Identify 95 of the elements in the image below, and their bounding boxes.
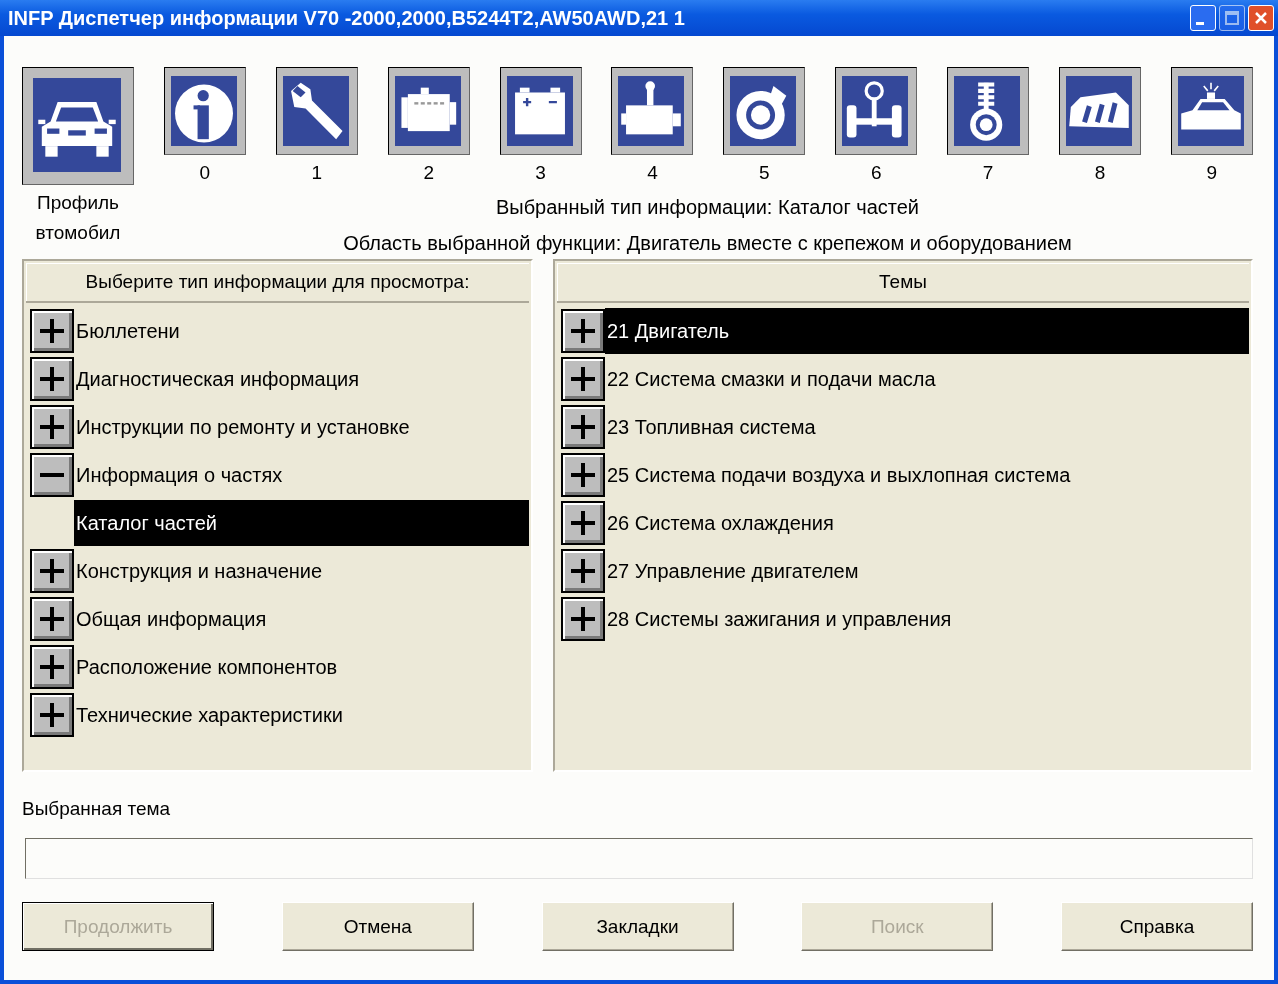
category-tile[interactable] [387, 67, 470, 155]
plus-icon [40, 607, 64, 631]
plus-icon [40, 703, 64, 727]
help-button[interactable]: Справка [1061, 902, 1253, 951]
selected-function-area: Область выбранной функции: Двигатель вместе с крепежом и оборудованием [162, 225, 1253, 261]
category-number: 1 [311, 161, 323, 185]
category-number: 0 [199, 161, 211, 185]
profile-label: втомобил [35, 221, 121, 245]
selected-info-type: Выбранный тип информации: Каталог частей [494, 195, 921, 220]
plus-icon [40, 367, 64, 391]
car-profile-tile[interactable] [22, 67, 134, 185]
plus-icon [40, 655, 64, 679]
category-tile[interactable] [275, 67, 358, 155]
category-tile[interactable] [1059, 67, 1141, 155]
expand-button[interactable] [30, 549, 74, 593]
selected-topic-field[interactable] [25, 838, 1253, 879]
tree-item[interactable]: Расположение компонентов [74, 644, 529, 690]
plus-icon [571, 463, 595, 487]
expand-button[interactable] [561, 597, 605, 641]
plus-icon [571, 367, 595, 391]
gearbox-icon [618, 76, 685, 146]
category-number: 6 [870, 161, 882, 185]
plus-icon [40, 415, 64, 439]
collapse-button[interactable] [30, 453, 74, 497]
category-number: 4 [647, 161, 658, 185]
tree-item[interactable]: 21 Двигатель [605, 308, 1249, 354]
expand-button[interactable] [30, 597, 74, 641]
tree-item[interactable]: Общая информация [74, 596, 529, 642]
cancel-button[interactable]: Отмена [281, 902, 474, 951]
expand-button[interactable] [561, 501, 605, 545]
plus-icon [571, 559, 595, 583]
info-icon [170, 76, 237, 146]
tree-item[interactable]: Инструкции по ремонту и установке [74, 404, 529, 450]
tree-item[interactable]: Технические характеристики [74, 692, 529, 738]
car-seats-icon [1066, 76, 1132, 146]
expand-button[interactable] [30, 645, 74, 689]
steering-axle-icon [842, 76, 909, 146]
wrench-icon [282, 76, 349, 146]
maximize-icon [1224, 10, 1240, 26]
window-title: INFP Диспетчер информации V70 -2000,2000,B5244T2,AW50AWD,21 1 [8, 6, 686, 30]
tree-item[interactable]: 23 Топливная система [605, 404, 1249, 450]
panel-header: Выберите тип информации для просмотра: [26, 263, 529, 303]
category-number: 3 [535, 161, 546, 185]
category-number: 9 [1206, 161, 1218, 185]
profile-label: Профиль [37, 191, 119, 215]
expand-button[interactable] [561, 453, 605, 497]
maximize-button[interactable] [1219, 5, 1245, 31]
category-tile[interactable] [835, 67, 918, 155]
car-icon [33, 78, 121, 172]
expand-button[interactable] [30, 405, 74, 449]
panel-header: Темы [557, 263, 1249, 303]
expand-button[interactable] [561, 405, 605, 449]
tree-item[interactable]: 26 Система охлаждения [605, 500, 1249, 546]
engine-icon [394, 76, 461, 146]
minimize-icon [1196, 21, 1204, 25]
tree-item[interactable]: Бюллетени [74, 308, 529, 354]
close-button[interactable] [1248, 5, 1274, 31]
expand-button[interactable] [561, 357, 605, 401]
expand-button[interactable] [30, 357, 74, 401]
plus-icon [571, 415, 595, 439]
expand-button[interactable] [30, 309, 74, 353]
category-number: 7 [982, 161, 994, 185]
close-icon [1253, 10, 1269, 26]
category-tile[interactable] [611, 67, 694, 155]
category-tile[interactable] [947, 67, 1030, 155]
bookmarks-button[interactable]: Закладки [541, 902, 734, 951]
battery-icon [506, 76, 573, 146]
minus-icon [40, 473, 64, 477]
expand-button[interactable] [30, 693, 74, 737]
car-beacon-icon [1177, 76, 1244, 146]
category-tile[interactable] [1170, 67, 1253, 155]
tree-item[interactable]: Диагностическая информация [74, 356, 529, 402]
tree-item[interactable]: 28 Системы зажигания и управления [605, 596, 1249, 642]
tree-item[interactable]: 27 Управление двигателем [605, 548, 1249, 594]
plus-icon [571, 511, 595, 535]
minimize-button[interactable] [1190, 5, 1216, 31]
category-tile[interactable] [163, 67, 246, 155]
plus-icon [571, 319, 595, 343]
category-number: 2 [423, 161, 434, 185]
spring-wheel-icon [954, 76, 1021, 146]
tree-item[interactable]: 25 Система подачи воздуха и выхлопная система [605, 452, 1249, 498]
category-number: 5 [759, 161, 770, 185]
tree-item[interactable]: Конструкция и назначение [74, 548, 529, 594]
tree-item[interactable]: Каталог частей [74, 500, 529, 546]
category-tile[interactable] [723, 67, 806, 155]
category-number: 8 [1094, 161, 1106, 185]
expand-button[interactable] [561, 549, 605, 593]
plus-icon [40, 559, 64, 583]
expand-button[interactable] [561, 309, 605, 353]
plus-icon [571, 607, 595, 631]
field-label: Выбранная тема [22, 797, 171, 821]
tree-item[interactable]: 22 Система смазки и подачи масла [605, 356, 1249, 402]
plus-icon [40, 319, 64, 343]
tree-item[interactable]: Информация о частях [74, 452, 529, 498]
category-tile[interactable] [499, 67, 582, 155]
